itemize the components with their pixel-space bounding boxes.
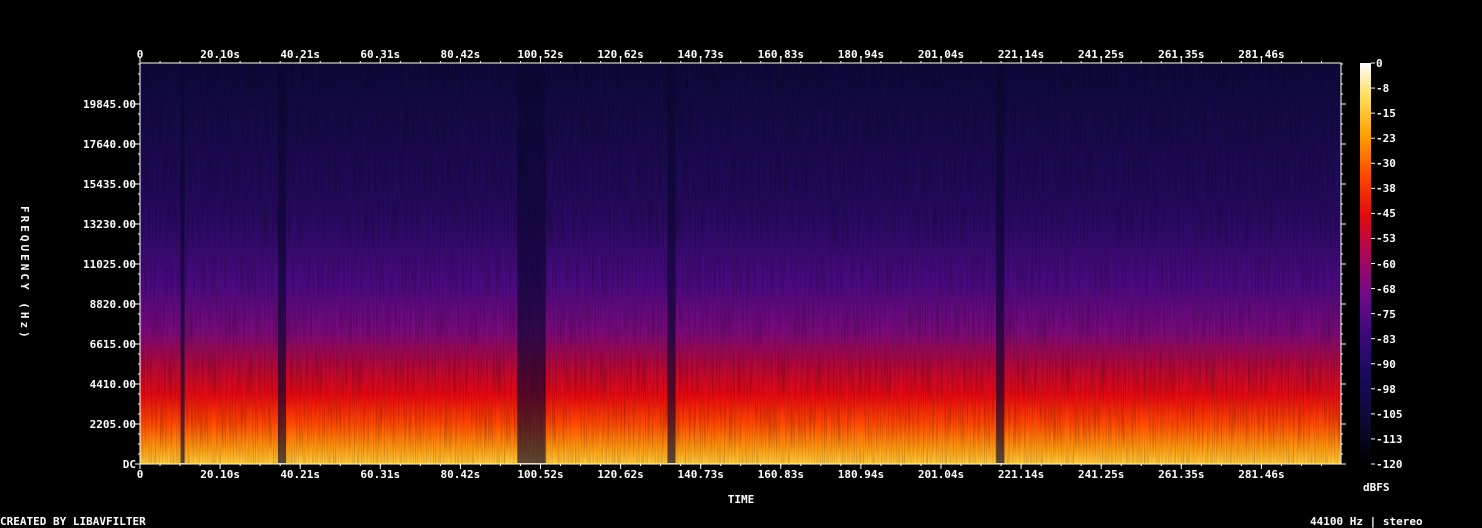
x-tick-label-bottom: 241.25s (1078, 468, 1125, 481)
quiet-section (180, 64, 185, 463)
spectrogram-texture (140, 63, 1341, 464)
colorbar-tick-label: -53 (1376, 232, 1396, 246)
x-tick-label-top: 180.94s (837, 48, 885, 61)
x-tick-label-bottom: 120.62s (597, 468, 644, 481)
x-axis-title: TIME (727, 493, 755, 506)
quiet-section (667, 64, 676, 463)
x-tick-label-bottom: 180.94s (837, 468, 885, 481)
colorbar-tick-label: -60 (1376, 257, 1396, 271)
colorbar-tick-label: -75 (1376, 307, 1396, 321)
colorbar-tick-label: -113 (1376, 432, 1403, 446)
y-tick-label: 11025.00 (83, 258, 136, 271)
y-tick-label: 15435.00 (83, 178, 136, 191)
y-tick-label: 19845.00 (83, 98, 136, 111)
x-tick-label-bottom: 201.04s (917, 468, 965, 481)
x-tick-label-top: 261.35s (1158, 48, 1205, 61)
colorbar-tick-label: -15 (1376, 107, 1396, 121)
x-tick-label-top: 160.83s (757, 48, 804, 61)
x-tick-label-bottom: 40.21s (280, 468, 321, 481)
x-tick-label-top: 120.62s (597, 48, 644, 61)
quiet-section (996, 64, 1005, 463)
x-tick-label-top: 80.42s (440, 48, 481, 61)
quiet-section (517, 64, 546, 463)
x-tick-label-top: 0 (136, 48, 144, 61)
colorbar-tick-label: -23 (1376, 132, 1396, 146)
x-tick-label-bottom: 160.83s (757, 468, 804, 481)
x-tick-label-bottom: 100.52s (517, 468, 564, 481)
x-tick-label-top: 241.25s (1078, 48, 1125, 61)
colorbar-tick-label: 0 (1376, 57, 1383, 70)
x-tick-label-bottom: 221.14s (997, 468, 1045, 481)
colorbar-tick-label: -83 (1376, 332, 1396, 346)
colorbar-title: dBFS (1363, 481, 1390, 494)
y-tick-label: 2205.00 (89, 418, 136, 431)
y-tick-label: DC (122, 458, 136, 471)
x-tick-label-bottom: 0 (136, 468, 144, 481)
x-tick-label-bottom: 80.42s (440, 468, 481, 481)
colorbar-tick-label: -98 (1376, 382, 1396, 396)
x-tick-label-top: 221.14s (997, 48, 1045, 61)
x-tick-label-top: 201.04s (917, 48, 965, 61)
y-tick-label: 8820.00 (89, 298, 136, 311)
x-tick-label-top: 40.21s (280, 48, 321, 61)
x-tick-label-bottom: 140.73s (677, 468, 724, 481)
colorbar-tick-label: -90 (1376, 357, 1396, 371)
x-tick-label-bottom: 281.46s (1238, 468, 1285, 481)
footer-credit: CREATED BY LIBAVFILTER (0, 515, 146, 528)
x-tick-label-bottom: 60.31s (360, 468, 401, 481)
quiet-section (277, 64, 287, 463)
x-tick-label-bottom: 20.10s (200, 468, 240, 481)
colorbar-tick-label: -38 (1376, 182, 1396, 196)
y-axis-title: FREQUENCY (Hz) (18, 206, 31, 341)
y-tick-label: 4410.00 (89, 378, 136, 391)
spectrogram-chart (135, 58, 1375, 469)
y-tick-label: 6615.00 (89, 338, 136, 351)
colorbar-tick-marks (1371, 62, 1375, 465)
y-tick-label: 13230.00 (83, 218, 136, 231)
footer-format: 44100 Hz | stereo (1310, 515, 1423, 528)
x-tick-label-top: 100.52s (517, 48, 564, 61)
x-tick-label-top: 20.10s (200, 48, 240, 61)
y-tick-label: 17640.00 (83, 138, 136, 151)
colorbar-tick-label: -45 (1376, 207, 1396, 221)
colorbar-tick-label: -30 (1376, 157, 1396, 171)
colorbar-tick-label: -8 (1376, 82, 1390, 96)
x-tick-label-top: 281.46s (1238, 48, 1285, 61)
x-tick-label-bottom: 261.35s (1158, 468, 1205, 481)
colorbar-tick-label: -68 (1376, 282, 1396, 296)
colorbar-tick-label: -120 (1376, 458, 1403, 471)
x-tick-label-top: 140.73s (677, 48, 724, 61)
colorbar (1360, 63, 1371, 464)
colorbar-tick-label: -105 (1376, 407, 1403, 421)
x-tick-label-top: 60.31s (360, 48, 401, 61)
